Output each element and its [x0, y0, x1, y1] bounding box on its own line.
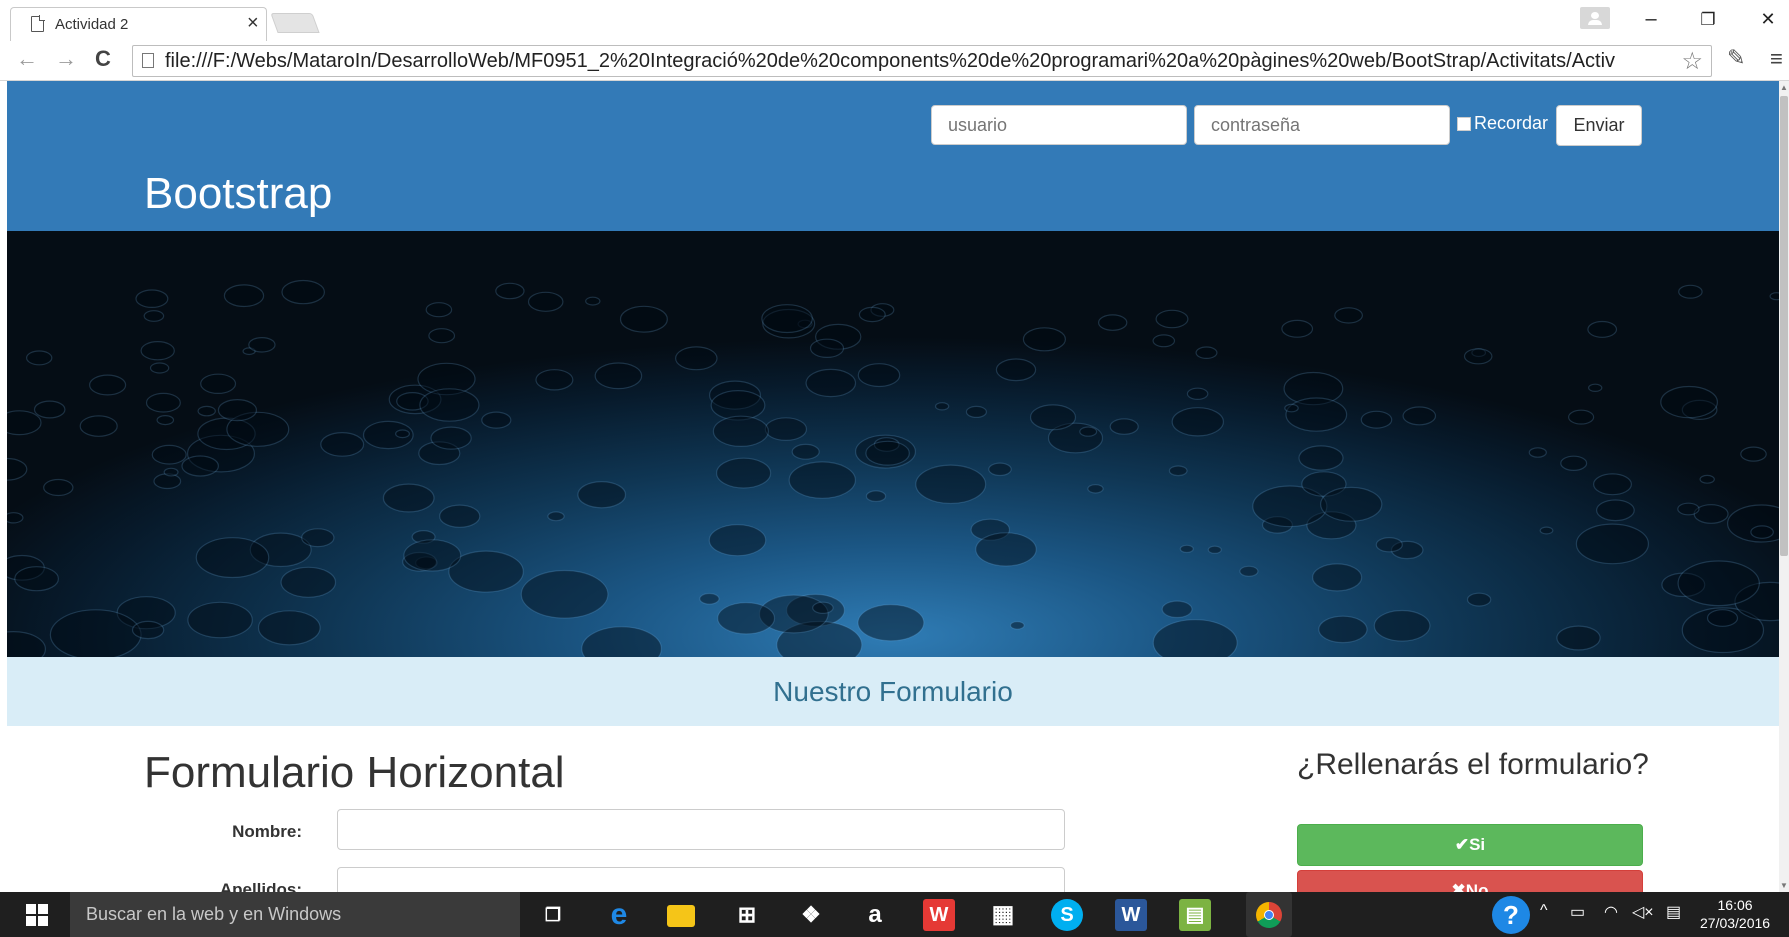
- wifi-icon[interactable]: ◠: [1604, 902, 1618, 922]
- clock-time: 16:06: [1717, 897, 1753, 913]
- windows-taskbar: Buscar en la web y en Windows ❐ e ⊞ ❖ a …: [0, 892, 1789, 937]
- windows-start-icon[interactable]: [26, 904, 48, 926]
- page-scrollbar[interactable]: ▲ ▼: [1779, 81, 1789, 892]
- wps-icon[interactable]: W: [923, 899, 955, 931]
- scroll-down-icon[interactable]: ▼: [1780, 881, 1788, 890]
- store-icon[interactable]: ⊞: [731, 899, 763, 931]
- remember-label: Recordar: [1474, 113, 1549, 133]
- eyedropper-extension-icon[interactable]: ✎: [1727, 45, 1745, 71]
- tab-close-icon[interactable]: ×: [247, 12, 259, 35]
- section-title: Nuestro Formulario: [773, 676, 1013, 707]
- page-viewport: Recordar Enviar Bootstrap Nuestro Formul…: [7, 81, 1779, 892]
- user-profile-icon[interactable]: [1580, 7, 1610, 29]
- brand-title[interactable]: Bootstrap: [144, 169, 332, 219]
- battery-icon[interactable]: ▭: [1570, 902, 1585, 922]
- url-bar[interactable]: file:///F:/Webs/MataroIn/DesarrolloWeb/M…: [132, 45, 1712, 77]
- section-band: Nuestro Formulario: [7, 657, 1779, 726]
- calculator-icon[interactable]: ▦: [987, 899, 1019, 931]
- document-icon: [31, 15, 45, 32]
- sheet-icon[interactable]: ▤: [1179, 899, 1211, 931]
- edge-icon[interactable]: e: [603, 899, 635, 931]
- dropbox-icon[interactable]: ❖: [795, 899, 827, 931]
- scroll-up-icon[interactable]: ▲: [1780, 83, 1788, 92]
- water-drops-graphic: [7, 279, 1779, 657]
- help-icon[interactable]: ?: [1492, 896, 1530, 934]
- send-button[interactable]: Enviar: [1556, 105, 1642, 146]
- new-tab-button[interactable]: [270, 13, 320, 33]
- form-title: Formulario Horizontal: [144, 748, 565, 797]
- nombre-input[interactable]: [337, 809, 1065, 850]
- amazon-icon[interactable]: a: [859, 899, 891, 931]
- yes-button[interactable]: ✔Si: [1297, 824, 1643, 866]
- nombre-label: Nombre:: [232, 822, 302, 841]
- browser-titlebar: Actividad 2 × – ❐ ✕: [0, 0, 1789, 41]
- bookmark-star-icon[interactable]: ☆: [1681, 47, 1703, 76]
- forward-icon[interactable]: →: [55, 46, 77, 72]
- minimize-button[interactable]: –: [1636, 8, 1666, 31]
- close-window-button[interactable]: ✕: [1753, 9, 1783, 30]
- apellidos-label: Apellidos:: [219, 880, 302, 892]
- page-header: Recordar Enviar Bootstrap: [7, 81, 1779, 231]
- remember-checkbox[interactable]: [1457, 116, 1471, 131]
- taskbar-search-box[interactable]: Buscar en la web y en Windows: [70, 892, 520, 937]
- username-input[interactable]: [931, 105, 1187, 145]
- hero-water-drops-image: [7, 231, 1779, 657]
- url-text[interactable]: file:///F:/Webs/MataroIn/DesarrolloWeb/M…: [165, 50, 1683, 73]
- chrome-icon[interactable]: [1246, 892, 1292, 937]
- volume-muted-icon[interactable]: ◁×: [1632, 902, 1654, 922]
- browser-menu-icon[interactable]: ≡: [1770, 46, 1783, 72]
- task-view-icon[interactable]: ❐: [537, 899, 569, 931]
- password-input[interactable]: [1194, 105, 1450, 145]
- tray-expand-icon[interactable]: ^: [1540, 902, 1548, 920]
- scrollbar-thumb[interactable]: [1780, 96, 1788, 556]
- file-explorer-icon[interactable]: [667, 905, 695, 927]
- word-icon[interactable]: W: [1115, 899, 1147, 931]
- address-toolbar: ← → C file:///F:/Webs/MataroIn/Desarroll…: [0, 41, 1789, 81]
- restore-button[interactable]: ❐: [1693, 10, 1723, 30]
- back-icon[interactable]: ←: [16, 46, 38, 72]
- no-button[interactable]: ✖No: [1297, 870, 1643, 892]
- taskbar-search-placeholder: Buscar en la web y en Windows: [86, 904, 342, 924]
- system-clock[interactable]: 16:06 27/03/2016: [1700, 896, 1770, 932]
- tab-title: Actividad 2: [55, 16, 129, 33]
- page-icon: [142, 53, 154, 68]
- browser-tab[interactable]: Actividad 2 ×: [10, 7, 267, 41]
- clock-date: 27/03/2016: [1700, 915, 1771, 931]
- fill-question: ¿Rellenarás el formulario?: [1297, 748, 1649, 781]
- notifications-icon[interactable]: ▤: [1666, 902, 1681, 922]
- remember-checkbox-group[interactable]: Recordar: [1457, 113, 1548, 134]
- reload-icon[interactable]: C: [95, 46, 111, 72]
- skype-icon[interactable]: S: [1051, 899, 1083, 931]
- apellidos-input[interactable]: [337, 867, 1065, 892]
